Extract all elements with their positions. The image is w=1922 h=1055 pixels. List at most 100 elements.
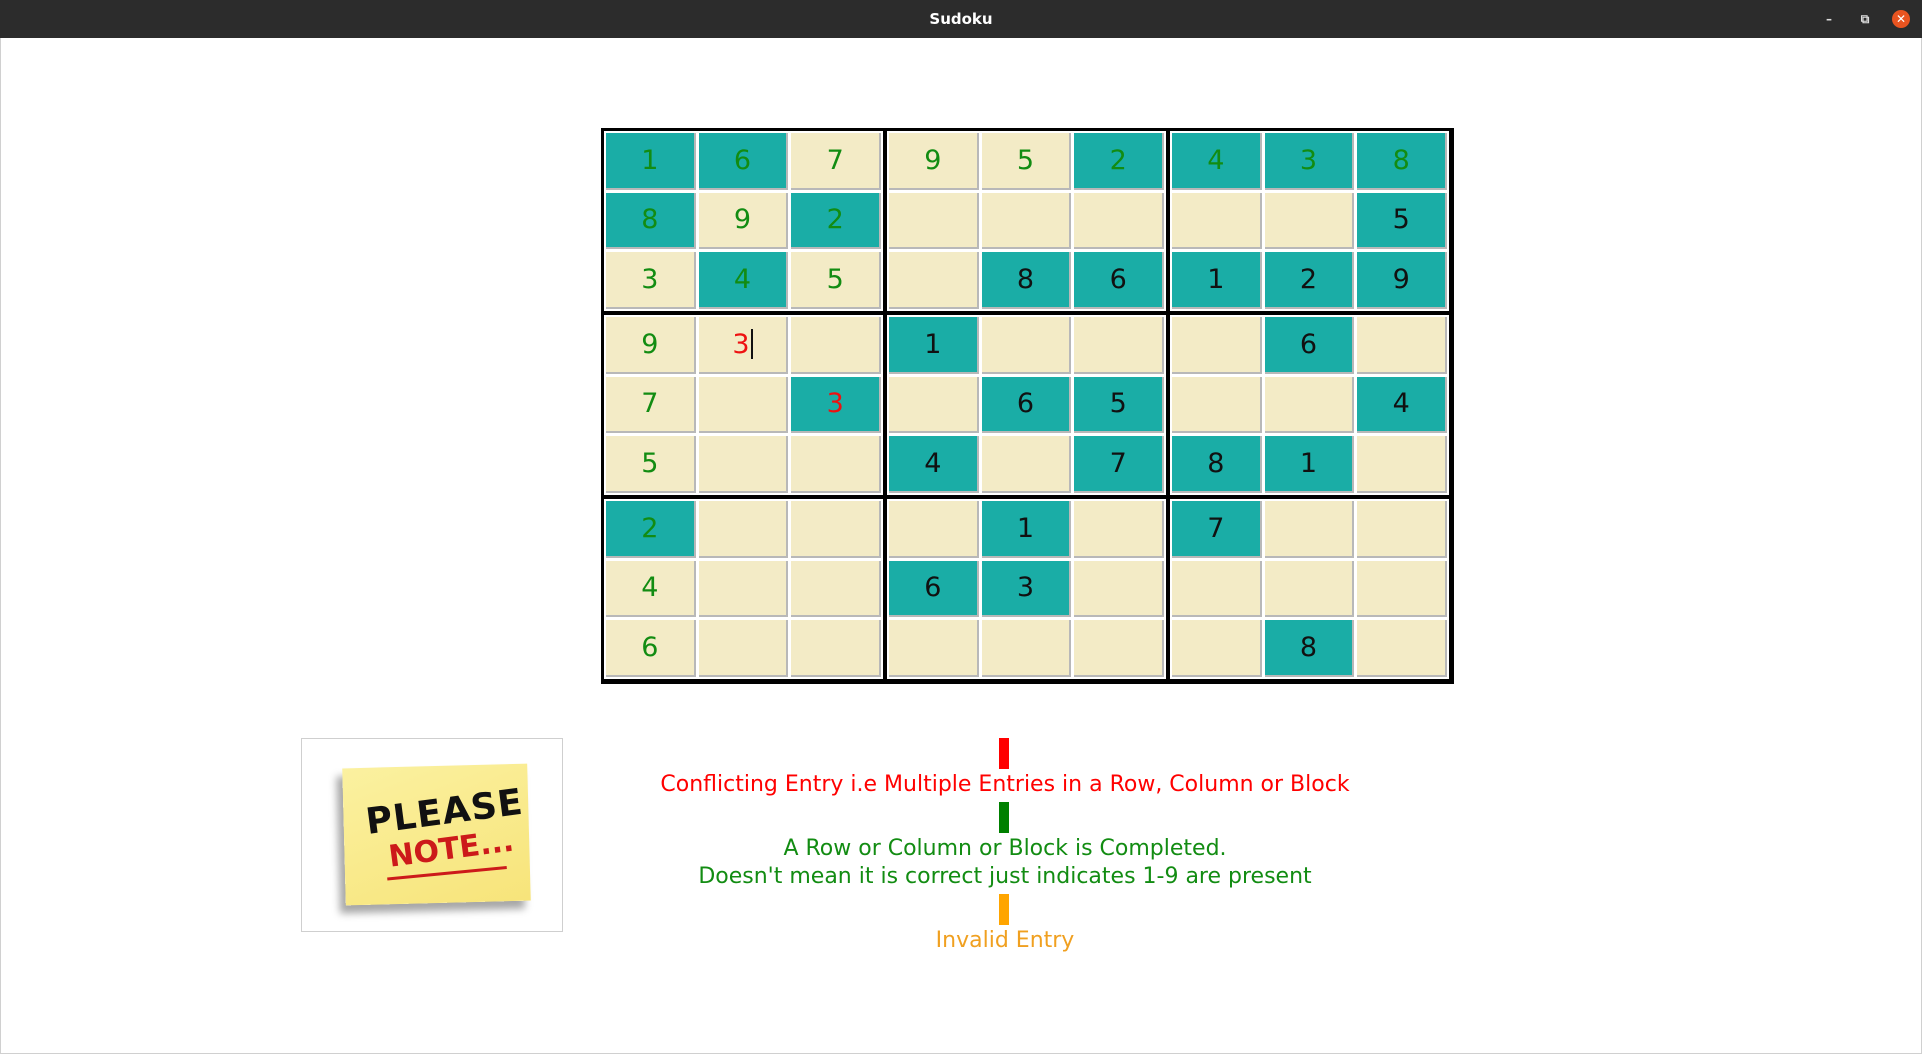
sudoku-cell[interactable]: 4 bbox=[606, 560, 696, 618]
sudoku-cell[interactable] bbox=[889, 252, 979, 309]
sudoku-cell[interactable]: 1 bbox=[1172, 252, 1262, 309]
restore-icon[interactable]: ⧉ bbox=[1856, 10, 1874, 28]
sudoku-cell[interactable]: 5 bbox=[791, 252, 881, 309]
sudoku-cell[interactable] bbox=[791, 317, 881, 374]
sudoku-cell[interactable]: 3 bbox=[981, 560, 1072, 618]
sudoku-cell[interactable]: 7 bbox=[1074, 436, 1164, 493]
sudoku-cell[interactable] bbox=[791, 620, 881, 677]
cell-digit: 8 bbox=[1016, 264, 1035, 296]
sudoku-cell[interactable] bbox=[698, 376, 789, 434]
complete-legend-line1: A Row or Column or Block is Completed. bbox=[783, 836, 1227, 861]
sudoku-cell[interactable]: 8 bbox=[1264, 620, 1355, 677]
sudoku-cell[interactable]: 5 bbox=[606, 436, 696, 493]
sudoku-cell[interactable]: 6 bbox=[698, 133, 789, 190]
sudoku-cell[interactable] bbox=[889, 501, 979, 558]
sudoku-cell[interactable]: 5 bbox=[1074, 376, 1164, 434]
sudoku-cell[interactable] bbox=[1172, 376, 1262, 434]
sudoku-cell[interactable]: 1 bbox=[889, 317, 979, 374]
sudoku-cell[interactable]: 9 bbox=[606, 317, 696, 374]
cell-digit: 4 bbox=[641, 572, 659, 604]
sudoku-cell[interactable] bbox=[889, 620, 979, 677]
cell-digit: 3 bbox=[732, 328, 750, 360]
sudoku-cell[interactable]: 7 bbox=[606, 376, 696, 434]
sudoku-cell[interactable]: 8 bbox=[1357, 133, 1447, 190]
sudoku-cell[interactable]: 9 bbox=[889, 133, 979, 190]
minimize-icon[interactable]: – bbox=[1820, 10, 1838, 28]
sudoku-cell[interactable] bbox=[698, 501, 789, 558]
sudoku-cell[interactable]: 9 bbox=[698, 192, 789, 250]
cell-digit: 3 bbox=[1299, 144, 1318, 176]
sudoku-cell[interactable]: 6 bbox=[1264, 317, 1355, 374]
sudoku-cell[interactable]: 7 bbox=[1172, 501, 1262, 558]
sudoku-cell[interactable] bbox=[1074, 501, 1164, 558]
sudoku-cell[interactable]: 4 bbox=[1172, 133, 1262, 190]
sudoku-cell[interactable]: 8 bbox=[606, 192, 696, 250]
cell-digit: 6 bbox=[641, 632, 659, 664]
sudoku-block: 4 3 8 5 1 2 9 bbox=[1170, 131, 1449, 311]
sudoku-cell[interactable]: 3 bbox=[698, 317, 789, 374]
sudoku-cell[interactable]: 2 bbox=[1264, 252, 1355, 309]
sudoku-cell[interactable] bbox=[981, 317, 1072, 374]
sudoku-cell[interactable]: 3 bbox=[606, 252, 696, 309]
sudoku-cell[interactable]: 9 bbox=[1357, 252, 1447, 309]
close-icon[interactable]: ✕ bbox=[1892, 10, 1910, 28]
sudoku-cell[interactable] bbox=[791, 560, 881, 618]
sudoku-cell[interactable]: 4 bbox=[698, 252, 789, 309]
sudoku-cell[interactable] bbox=[1074, 620, 1164, 677]
sudoku-cell[interactable] bbox=[1357, 317, 1447, 374]
sudoku-cell[interactable]: 6 bbox=[889, 560, 979, 618]
sudoku-cell[interactable] bbox=[698, 436, 789, 493]
sudoku-cell[interactable] bbox=[981, 620, 1072, 677]
sudoku-cell[interactable]: 1 bbox=[981, 501, 1072, 558]
sudoku-cell[interactable] bbox=[1172, 317, 1262, 374]
sudoku-cell[interactable]: 6 bbox=[981, 376, 1072, 434]
sudoku-cell[interactable]: 3 bbox=[1264, 133, 1355, 190]
sudoku-cell[interactable] bbox=[1172, 192, 1262, 250]
sudoku-cell[interactable] bbox=[1264, 501, 1355, 558]
cell-digit: 9 bbox=[1392, 264, 1410, 296]
sudoku-cell[interactable]: 1 bbox=[606, 133, 696, 190]
cell-digit: 8 bbox=[1207, 448, 1225, 480]
sudoku-cell[interactable]: 6 bbox=[606, 620, 696, 677]
sudoku-cell[interactable] bbox=[1074, 192, 1164, 250]
sudoku-cell[interactable]: 2 bbox=[791, 192, 881, 250]
sudoku-cell[interactable]: 4 bbox=[889, 436, 979, 493]
sudoku-cell[interactable]: 2 bbox=[1074, 133, 1164, 190]
sudoku-cell[interactable] bbox=[1172, 560, 1262, 618]
conflict-color-swatch bbox=[999, 738, 1009, 769]
sudoku-cell[interactable] bbox=[1357, 620, 1447, 677]
cell-digit: 1 bbox=[641, 144, 659, 176]
sudoku-cell[interactable] bbox=[1357, 560, 1447, 618]
sudoku-cell[interactable]: 5 bbox=[1357, 192, 1447, 250]
cell-digit: 8 bbox=[1392, 144, 1410, 176]
sudoku-cell[interactable] bbox=[1264, 560, 1355, 618]
sudoku-cell[interactable] bbox=[981, 192, 1072, 250]
sudoku-cell[interactable]: 5 bbox=[981, 133, 1072, 190]
sudoku-cell[interactable] bbox=[1264, 376, 1355, 434]
sudoku-cell[interactable] bbox=[889, 192, 979, 250]
sudoku-cell[interactable]: 2 bbox=[606, 501, 696, 558]
sudoku-cell[interactable] bbox=[1264, 192, 1355, 250]
sudoku-cell[interactable] bbox=[981, 436, 1072, 493]
sudoku-cell[interactable] bbox=[1172, 620, 1262, 677]
sudoku-cell[interactable] bbox=[791, 436, 881, 493]
sudoku-cell[interactable] bbox=[1357, 436, 1447, 493]
sudoku-cell[interactable] bbox=[889, 376, 979, 434]
cell-digit: 6 bbox=[1109, 264, 1127, 296]
sudoku-cell[interactable]: 7 bbox=[791, 133, 881, 190]
sudoku-cell[interactable] bbox=[1357, 501, 1447, 558]
cell-digit: 5 bbox=[826, 264, 844, 296]
sudoku-cell[interactable] bbox=[791, 501, 881, 558]
cell-digit: 9 bbox=[924, 144, 942, 176]
sudoku-cell[interactable]: 8 bbox=[1172, 436, 1262, 493]
sudoku-cell[interactable] bbox=[1074, 560, 1164, 618]
sudoku-cell[interactable]: 1 bbox=[1264, 436, 1355, 493]
sudoku-cell[interactable] bbox=[698, 620, 789, 677]
sudoku-cell[interactable]: 8 bbox=[981, 252, 1072, 309]
sudoku-cell[interactable] bbox=[1074, 317, 1164, 374]
sudoku-cell[interactable]: 3 bbox=[791, 376, 881, 434]
sudoku-cell[interactable]: 6 bbox=[1074, 252, 1164, 309]
sudoku-cell[interactable] bbox=[698, 560, 789, 618]
sudoku-cell[interactable]: 4 bbox=[1357, 376, 1447, 434]
sticky-note-image: PLEASE NOTE... bbox=[342, 763, 531, 906]
